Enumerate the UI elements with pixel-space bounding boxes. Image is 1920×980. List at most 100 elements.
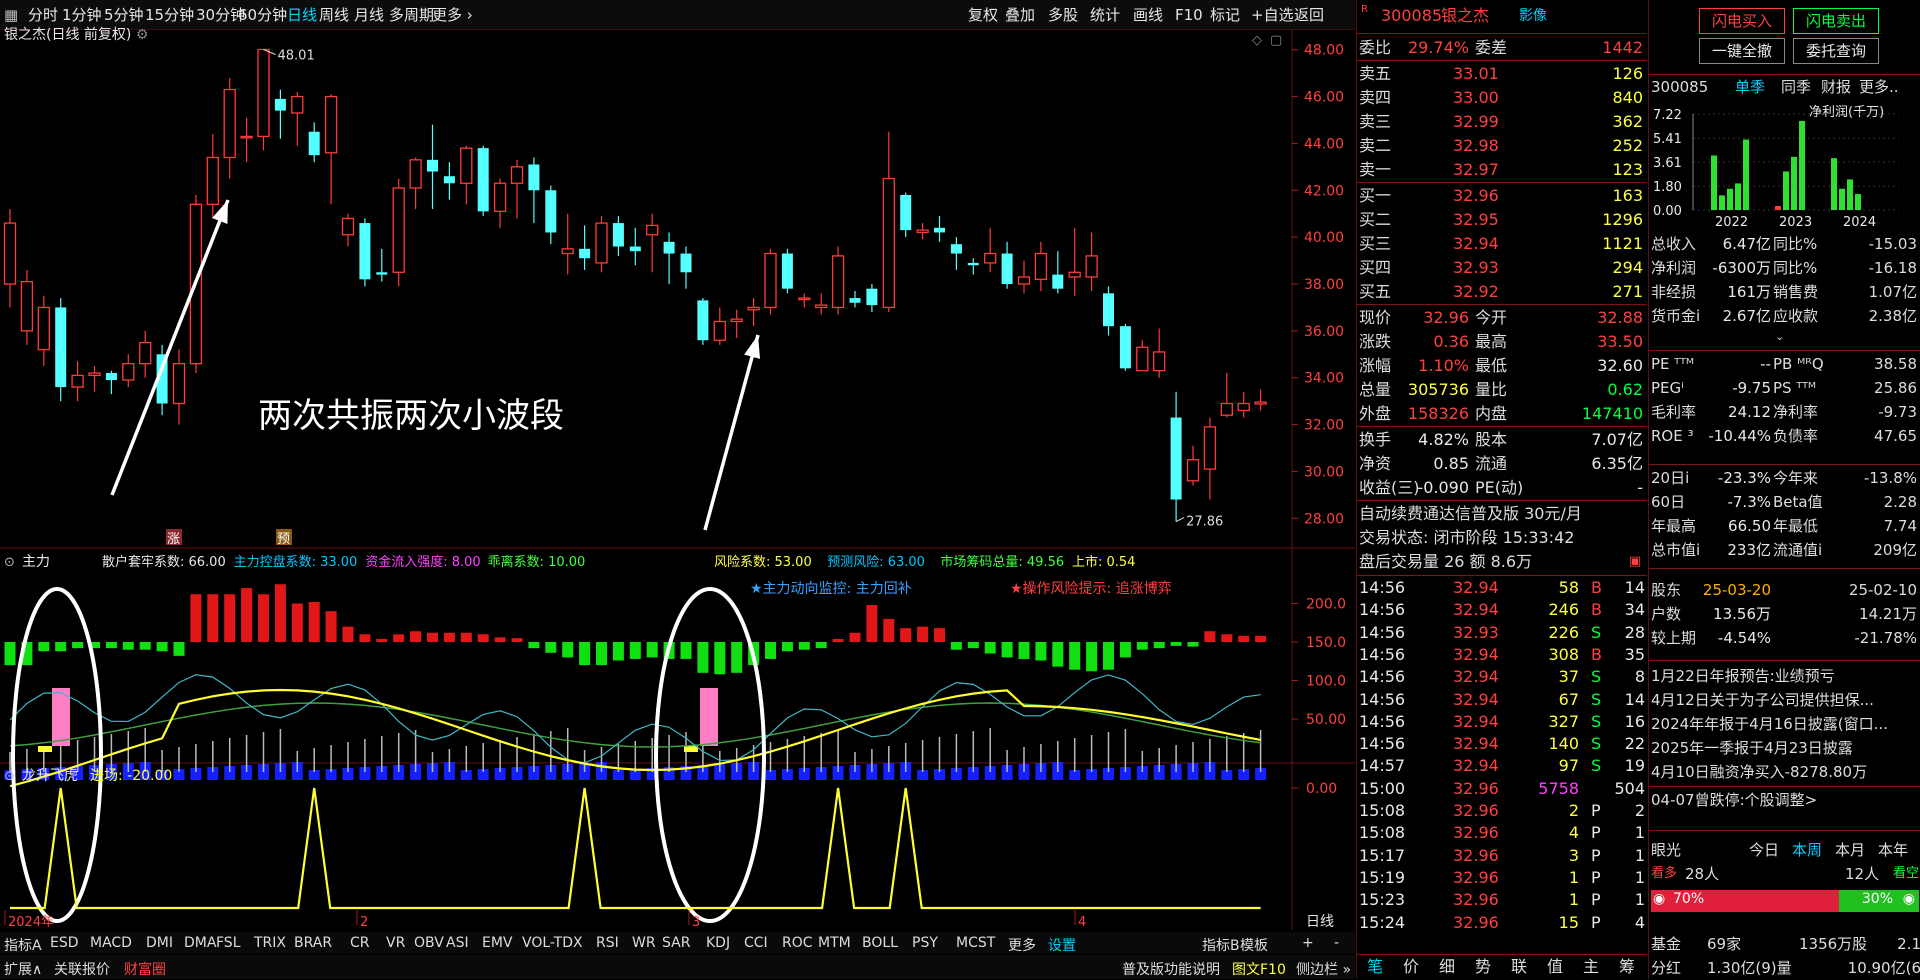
news-item[interactable]: 4月12日关于为子公司提供担保... — [1649, 688, 1920, 712]
toolbar-btn-8[interactable]: 返回 — [1294, 0, 1324, 30]
bid-row[interactable]: 买三 32.94 1121 — [1357, 232, 1647, 256]
indicator-right-tab-3[interactable]: - — [1334, 935, 1339, 951]
news-text[interactable]: 4月12日关于为子公司提供担保... — [1651, 688, 1874, 712]
indicator-tab-6[interactable]: TRIX — [254, 935, 286, 951]
indicator-tab-23[interactable]: MCST — [956, 935, 995, 951]
period-tab-9[interactable]: 多周期 — [389, 0, 434, 30]
indicator-tab-20[interactable]: MTM — [818, 935, 851, 951]
ask-row[interactable]: 卖五 33.01 126 — [1357, 62, 1647, 86]
indicator-tab-18[interactable]: CCI — [744, 935, 768, 951]
toolbar-btn-4[interactable]: 画线 — [1133, 0, 1163, 30]
status-tab-2[interactable]: 财富圈 — [124, 959, 166, 979]
quote-tab-7[interactable]: 筹 — [1619, 955, 1635, 979]
expand-icon[interactable]: ▣ — [1629, 550, 1641, 574]
indicator-tab-13[interactable]: VOL-TDX — [522, 935, 583, 951]
news-item[interactable]: 1月22日年报预告:业绩预亏 — [1649, 664, 1920, 688]
toolbar-btn-1[interactable]: 叠加 — [1005, 0, 1035, 30]
flash-sell-button[interactable]: 闪电卖出 — [1793, 8, 1879, 34]
status-tab-0[interactable]: 扩展∧ — [4, 959, 42, 979]
period-tab-10[interactable]: 更多 › — [432, 0, 473, 30]
indicator-tab-2[interactable]: MACD — [90, 935, 132, 951]
indicator-tab-5[interactable]: FSL — [216, 935, 241, 951]
indicator-right-tab-0[interactable]: 指标B — [1202, 935, 1240, 955]
status-tab-1[interactable]: 关联报价 — [54, 959, 110, 979]
indicator-tab-14[interactable]: RSI — [596, 935, 619, 951]
indicator-tab-3[interactable]: DMI — [146, 935, 173, 951]
ask-row[interactable]: 卖四 33.00 840 — [1357, 86, 1647, 110]
toolbar-btn-3[interactable]: 统计 — [1090, 0, 1120, 30]
period-tab-6[interactable]: 日线 — [287, 0, 317, 30]
indicator-tab-0[interactable]: 指标A — [4, 935, 42, 955]
indicator-tab-16[interactable]: SAR — [662, 935, 690, 951]
indicator-right-tab-1[interactable]: 模板 — [1240, 935, 1268, 955]
indicator-tab-15[interactable]: WR — [632, 935, 656, 951]
indicator-tab-25[interactable]: 设置 — [1048, 935, 1076, 955]
indicator-right-tab-2[interactable]: + — [1302, 935, 1314, 951]
kline-chart-svg[interactable]: 48.0046.0044.0042.0040.0038.0036.0034.00… — [0, 30, 1355, 930]
news-text[interactable]: 1月22日年报预告:业绩预亏 — [1651, 664, 1835, 688]
news-item[interactable]: 4月10日融资净买入-8278.80万 — [1649, 760, 1920, 784]
fin-tab-2[interactable]: 财报 — [1821, 75, 1851, 99]
expand-chevron-icon[interactable]: ⌄ — [1775, 330, 1784, 343]
quote-tab-2[interactable]: 细 — [1439, 955, 1455, 979]
indicator-tab-22[interactable]: PSY — [912, 935, 938, 951]
period-tab-7[interactable]: 周线 — [319, 0, 349, 30]
indicator-tab-24[interactable]: 更多 — [1008, 935, 1036, 955]
indicator-tab-21[interactable]: BOLL — [862, 935, 898, 951]
dislike-icon[interactable]: ◉ — [1903, 891, 1915, 907]
quote-tab-4[interactable]: 联 — [1511, 955, 1527, 979]
indicator-tab-7[interactable]: BRAR — [294, 935, 332, 951]
bid-row[interactable]: 买一 32.96 163 — [1357, 184, 1647, 208]
toolbar-btn-5[interactable]: F10 — [1175, 0, 1203, 30]
eye-tab-0[interactable]: 今日 — [1749, 838, 1779, 862]
quote-tab-5[interactable]: 值 — [1547, 955, 1563, 979]
toolbar-btn-7[interactable]: +自选 — [1251, 0, 1294, 30]
quote-tab-6[interactable]: 主 — [1583, 955, 1599, 979]
like-icon[interactable]: ◉ — [1653, 891, 1665, 907]
quote-tab-3[interactable]: 势 — [1475, 955, 1491, 979]
indicator-tab-4[interactable]: DMA — [184, 935, 216, 951]
limit-row[interactable]: 04-07曾跌停:个股调整> — [1649, 788, 1920, 812]
fin-tab-0[interactable]: 单季 — [1735, 75, 1765, 99]
cancel-all-button[interactable]: 一键全撤 — [1699, 38, 1785, 64]
toolbar-btn-2[interactable]: 多股 — [1048, 0, 1078, 30]
period-tab-8[interactable]: 月线 — [354, 0, 384, 30]
news-text[interactable]: 4月10日融资净买入-8278.80万 — [1651, 760, 1867, 784]
ad-row[interactable]: 自动续费通达信普及版 30元/月 — [1357, 502, 1647, 526]
bid-row[interactable]: 买二 32.95 1296 — [1357, 208, 1647, 232]
indicator-tab-12[interactable]: EMV — [482, 935, 513, 951]
ask-row[interactable]: 卖二 32.98 252 — [1357, 134, 1647, 158]
ad-text[interactable]: 自动续费通达信普及版 30元/月 — [1359, 502, 1582, 526]
period-tab-3[interactable]: 15分钟 — [145, 0, 194, 30]
eye-tab-1[interactable]: 本周 — [1792, 838, 1822, 862]
news-text[interactable]: 2025年一季报于4月23日披露 — [1651, 736, 1853, 760]
ask-row[interactable]: 卖三 32.99 362 — [1357, 110, 1647, 134]
indicator-tab-17[interactable]: KDJ — [706, 935, 730, 951]
quote-tab-0[interactable]: 笔 — [1367, 955, 1383, 979]
chart-area[interactable]: 48.00 46.00 44.00 42.00 40.00 38.00 36.00 34.00… — [0, 27, 1355, 930]
news-text[interactable]: 2024年年报于4月16日披露(窗口... — [1651, 712, 1888, 736]
indicator-tab-19[interactable]: ROC — [782, 935, 813, 951]
ask-row[interactable]: 卖一 32.97 123 — [1357, 158, 1647, 182]
indicator-tab-10[interactable]: OBV — [414, 935, 444, 951]
bid-row[interactable]: 买四 32.93 294 — [1357, 256, 1647, 280]
eye-tab-3[interactable]: 本年 — [1878, 838, 1908, 862]
indicator-tab-1[interactable]: ESD — [50, 935, 79, 951]
order-query-button[interactable]: 委托查询 — [1793, 38, 1879, 64]
status-right-0[interactable]: 普及版功能说明 — [1122, 959, 1220, 979]
fin-tab-3[interactable]: 更多.. — [1859, 75, 1899, 99]
toolbar-btn-6[interactable]: 标记 — [1210, 0, 1240, 30]
indicator-tab-11[interactable]: ASI — [446, 935, 469, 951]
news-item[interactable]: 2024年年报于4月16日披露(窗口... — [1649, 712, 1920, 736]
flash-buy-button[interactable]: 闪电买入 — [1699, 8, 1785, 34]
eye-tab-2[interactable]: 本月 — [1835, 838, 1865, 862]
bid-row[interactable]: 买五 32.92 271 — [1357, 280, 1647, 304]
news-item[interactable]: 2025年一季报于4月23日披露 — [1649, 736, 1920, 760]
fin-tab-1[interactable]: 同季 — [1781, 75, 1811, 99]
status-right-2[interactable]: 侧边栏 » — [1296, 959, 1351, 979]
settings-icon[interactable]: ⚙ — [136, 27, 149, 43]
limit-text[interactable]: 04-07曾跌停:个股调整> — [1651, 788, 1817, 812]
period-tab-5[interactable]: 60分钟 — [238, 0, 287, 30]
toolbar-btn-0[interactable]: 复权 — [968, 0, 998, 30]
indicator-tab-9[interactable]: VR — [386, 935, 405, 951]
